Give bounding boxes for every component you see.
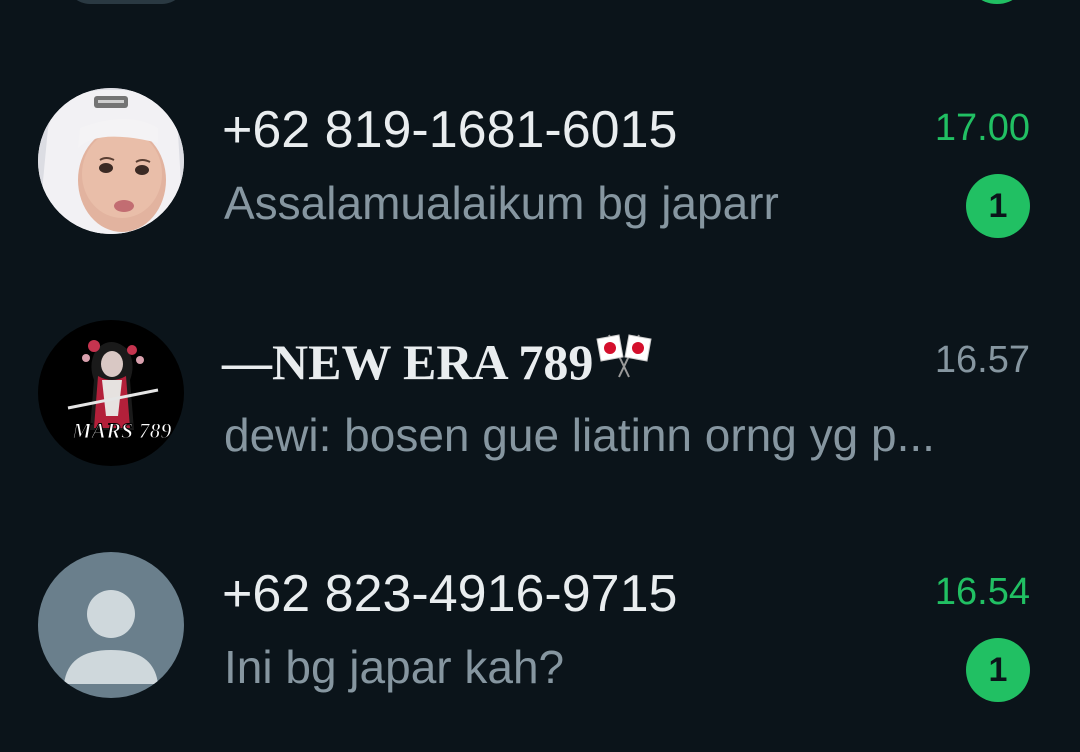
last-message-preview: dewi: bosen gue liatinn orng yg p...	[224, 409, 935, 461]
default-person-avatar[interactable]	[38, 552, 184, 698]
chat-timestamp: 17.00	[934, 107, 1030, 149]
group-logo-text: MARS 789	[71, 418, 172, 443]
chat-name-text: —NEW ERA 789	[222, 334, 594, 390]
unread-count-badge: 1	[966, 638, 1030, 702]
chat-row[interactable]: +62 819-1681-6015 17.00 Assalamualaikum …	[0, 88, 1080, 288]
chat-timestamp: 16.57	[934, 339, 1030, 381]
chat-name: —NEW ERA 789	[222, 332, 653, 398]
japan-crossed-flags-icon	[595, 331, 653, 392]
chat-name: +62 819-1681-6015	[222, 101, 678, 159]
contact-photo-avatar[interactable]	[38, 88, 184, 234]
chat-row[interactable]: MARS 789 —NEW ERA 789 16.57 dewi: bosen …	[0, 320, 1080, 520]
last-message-preview: Ini bg japar kah?	[224, 641, 565, 693]
chat-list: +62 819-1681-6015 17.00 Assalamualaikum …	[0, 0, 1080, 744]
chat-name: +62 823-4916-9715	[222, 565, 678, 623]
last-message-preview: Assalamualaikum bg japarr	[224, 177, 779, 229]
chat-row[interactable]: +62 823-4916-9715 16.54 Ini bg japar kah…	[0, 552, 1080, 752]
photo-avatar-icon	[38, 88, 184, 234]
group-logo-icon: MARS 789	[38, 320, 184, 466]
chat-timestamp: 16.54	[934, 571, 1030, 613]
group-logo-avatar[interactable]: MARS 789	[38, 320, 184, 466]
unread-count-badge: 1	[966, 174, 1030, 238]
person-icon	[38, 552, 184, 698]
